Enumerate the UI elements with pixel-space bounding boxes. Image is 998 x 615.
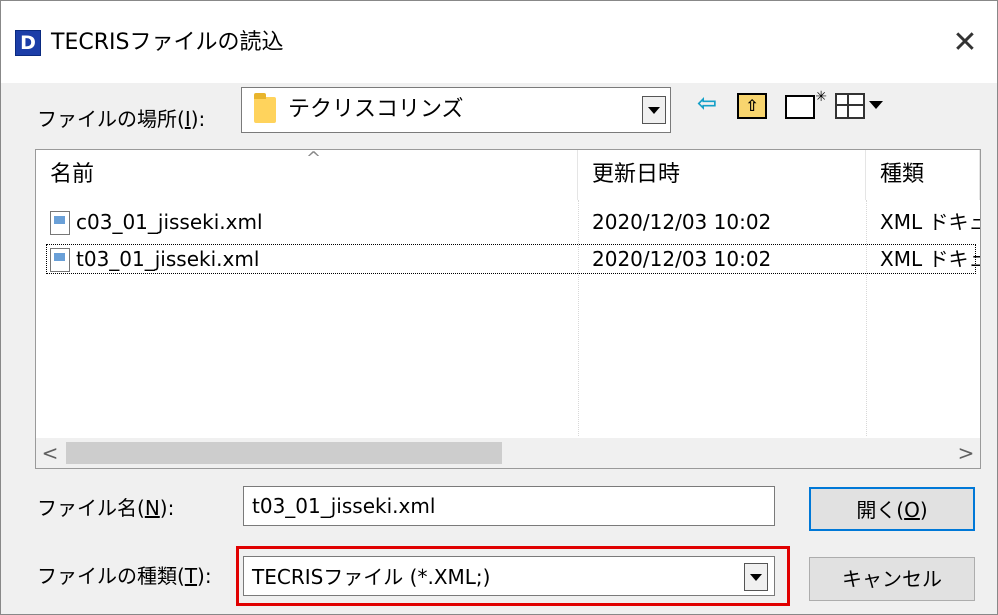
- new-folder-icon[interactable]: [785, 83, 827, 119]
- file-date: 2020/12/03 10:02: [592, 210, 772, 234]
- back-icon[interactable]: ⇦: [697, 89, 717, 117]
- cancel-button[interactable]: キャンセル: [809, 557, 975, 601]
- highlight-box: [236, 546, 790, 606]
- sort-ascending-icon: ^: [306, 149, 322, 169]
- file-row[interactable]: c03_01_jisseki.xml 2020/12/03 10:02 XML …: [36, 206, 980, 240]
- close-button[interactable]: ✕: [945, 23, 985, 63]
- scroll-thumb[interactable]: [66, 442, 502, 464]
- folder-icon: [254, 93, 276, 123]
- xml-file-icon: [50, 211, 70, 235]
- look-in-dropdown-button[interactable]: [642, 96, 666, 124]
- app-icon: D: [15, 30, 41, 56]
- file-type: XML ドキュ: [880, 247, 981, 271]
- file-date: 2020/12/03 10:02: [592, 247, 772, 271]
- view-menu-icon[interactable]: [835, 93, 865, 119]
- horizontal-scrollbar[interactable]: < >: [36, 438, 980, 468]
- look-in-value: テクリスコリンズ: [288, 97, 464, 122]
- scroll-right-icon[interactable]: >: [952, 438, 980, 468]
- column-header-date[interactable]: 更新日時: [578, 150, 866, 200]
- filetype-label: ファイルの種類(T):: [37, 564, 212, 588]
- column-header-type[interactable]: 種類: [866, 150, 980, 200]
- column-divider: [866, 200, 867, 436]
- filename-label: ファイル名(N):: [37, 496, 175, 520]
- open-button[interactable]: 開く(O): [809, 487, 975, 531]
- scroll-left-icon[interactable]: <: [36, 438, 64, 468]
- file-name: c03_01_jisseki.xml: [76, 210, 263, 234]
- file-row-selected[interactable]: t03_01_jisseki.xml 2020/12/03 10:02 XML …: [36, 243, 980, 277]
- title-bar: D TECRISファイルの読込 ✕: [1, 1, 997, 83]
- file-type: XML ドキュ: [880, 210, 981, 234]
- file-name: t03_01_jisseki.xml: [76, 247, 260, 271]
- open-file-dialog: D TECRISファイルの読込 ✕ ファイルの場所(I): テクリスコリンズ ⇦…: [0, 0, 998, 615]
- file-list[interactable]: 名前 ^ 更新日時 種類 c03_01_jisseki.xml 2020/12/…: [35, 149, 981, 469]
- view-menu-arrow-icon[interactable]: [869, 101, 883, 109]
- column-divider: [578, 200, 579, 436]
- filename-input[interactable]: [243, 486, 775, 526]
- look-in-label: ファイルの場所(I):: [37, 107, 206, 131]
- look-in-combo[interactable]: テクリスコリンズ: [241, 87, 671, 133]
- window-title: TECRISファイルの読込: [51, 30, 284, 55]
- column-header-name[interactable]: 名前 ^: [36, 150, 578, 200]
- up-folder-icon[interactable]: ⇧: [737, 93, 767, 119]
- xml-file-icon: [50, 248, 70, 272]
